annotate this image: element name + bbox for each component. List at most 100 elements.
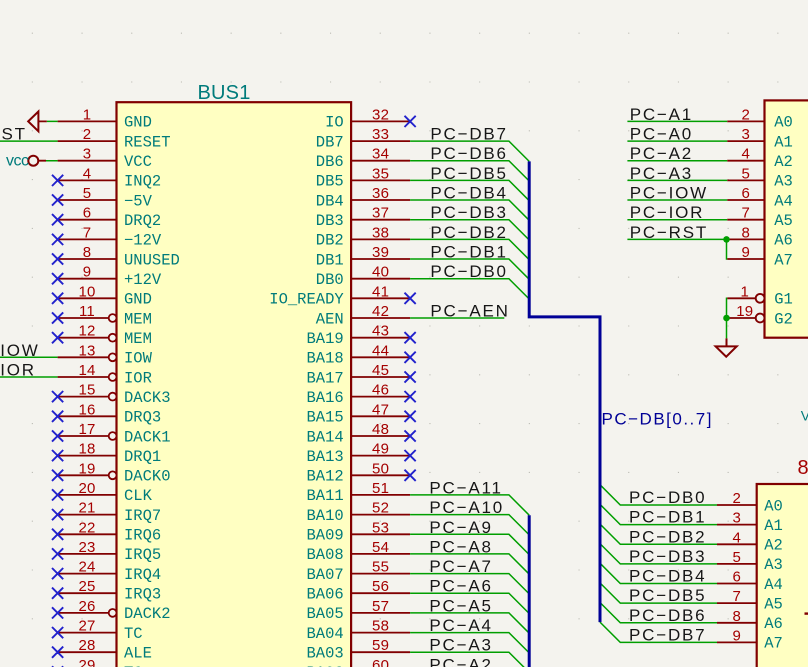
svg-text:PC−RST: PC−RST <box>630 223 708 242</box>
svg-text:DB0: DB0 <box>316 271 344 289</box>
svg-text:60: 60 <box>372 657 389 667</box>
svg-text:A5: A5 <box>764 595 783 613</box>
svg-text:45: 45 <box>372 362 389 379</box>
svg-text:1: 1 <box>741 283 750 300</box>
svg-text:14: 14 <box>78 362 95 379</box>
svg-text:18: 18 <box>78 441 95 458</box>
svg-text:UNUSED: UNUSED <box>124 251 180 269</box>
svg-text:8: 8 <box>798 457 808 479</box>
svg-text:IOR: IOR <box>0 361 36 380</box>
svg-text:RESET: RESET <box>124 133 171 151</box>
svg-text:21: 21 <box>78 500 95 517</box>
svg-text:BA06: BA06 <box>306 586 343 604</box>
svg-text:PC−DB5: PC−DB5 <box>430 164 507 183</box>
svg-text:50: 50 <box>372 460 389 477</box>
svg-text:A0: A0 <box>774 114 793 132</box>
svg-text:ALE: ALE <box>124 645 152 663</box>
svg-text:BA11: BA11 <box>306 487 343 505</box>
svg-text:56: 56 <box>372 578 389 595</box>
svg-text:vcc: vcc <box>6 153 29 170</box>
svg-text:58: 58 <box>372 618 389 635</box>
svg-text:PC−IOR: PC−IOR <box>630 203 705 222</box>
svg-text:PC−DB7: PC−DB7 <box>430 125 507 144</box>
svg-text:V: V <box>801 408 808 424</box>
svg-text:A2: A2 <box>764 537 783 555</box>
svg-text:PC−A2: PC−A2 <box>630 144 693 163</box>
svg-text:ST: ST <box>2 125 27 144</box>
svg-text:51: 51 <box>372 480 389 497</box>
svg-text:DB6: DB6 <box>316 153 344 171</box>
svg-text:A4: A4 <box>764 576 783 594</box>
svg-text:15: 15 <box>78 382 95 399</box>
svg-text:43: 43 <box>372 323 389 340</box>
svg-text:PC−A3: PC−A3 <box>429 636 492 655</box>
svg-text:6: 6 <box>83 205 92 222</box>
svg-text:PC−AEN: PC−AEN <box>430 302 509 321</box>
svg-text:DACK2: DACK2 <box>124 605 171 623</box>
svg-text:DB1: DB1 <box>316 251 344 269</box>
svg-text:PC−DB1: PC−DB1 <box>629 508 706 527</box>
svg-text:3: 3 <box>733 510 742 527</box>
svg-text:BA12: BA12 <box>306 468 343 486</box>
svg-text:DACK3: DACK3 <box>124 389 171 407</box>
svg-text:IO: IO <box>325 114 344 132</box>
svg-text:CLK: CLK <box>124 487 153 505</box>
svg-text:PC−DB3: PC−DB3 <box>430 203 507 222</box>
svg-text:PC−DB7: PC−DB7 <box>629 625 706 644</box>
svg-text:PC−DB2: PC−DB2 <box>430 223 507 242</box>
svg-text:BUS1: BUS1 <box>198 82 251 104</box>
svg-text:PC−DB0: PC−DB0 <box>629 488 706 507</box>
svg-text:28: 28 <box>78 637 95 654</box>
svg-text:PC−DB1: PC−DB1 <box>430 243 507 262</box>
svg-text:DB5: DB5 <box>316 173 344 191</box>
svg-text:41: 41 <box>372 283 389 300</box>
svg-text:54: 54 <box>372 539 389 556</box>
svg-text:BA05: BA05 <box>306 605 343 623</box>
svg-text:33: 33 <box>372 126 389 143</box>
svg-text:AEN: AEN <box>316 310 344 328</box>
svg-text:PC−A9: PC−A9 <box>429 518 492 537</box>
svg-text:BA15: BA15 <box>306 409 343 427</box>
svg-text:A6: A6 <box>764 615 783 633</box>
svg-text:BA18: BA18 <box>306 350 343 368</box>
svg-text:IRQ3: IRQ3 <box>124 586 161 604</box>
svg-text:DB4: DB4 <box>316 192 344 210</box>
svg-text:PC−A5: PC−A5 <box>429 596 492 615</box>
svg-text:37: 37 <box>372 205 389 222</box>
svg-text:57: 57 <box>372 598 389 615</box>
svg-text:A7: A7 <box>774 251 793 269</box>
svg-text:G2: G2 <box>774 310 793 328</box>
svg-text:13: 13 <box>78 342 95 359</box>
svg-text:DRQ2: DRQ2 <box>124 212 161 230</box>
svg-text:IOW: IOW <box>0 341 39 360</box>
svg-text:PC−A1: PC−A1 <box>630 105 693 124</box>
svg-text:2: 2 <box>83 126 92 143</box>
svg-text:52: 52 <box>372 500 389 517</box>
svg-text:A6: A6 <box>774 232 793 250</box>
svg-text:5: 5 <box>733 549 742 566</box>
svg-text:1: 1 <box>83 106 92 123</box>
svg-text:16: 16 <box>78 401 95 418</box>
svg-text:32: 32 <box>372 106 389 123</box>
svg-text:PC−A7: PC−A7 <box>429 557 492 576</box>
svg-text:9: 9 <box>733 627 742 644</box>
svg-text:7: 7 <box>733 588 742 605</box>
svg-text:27: 27 <box>78 618 95 635</box>
svg-text:GND: GND <box>124 114 152 132</box>
svg-text:IOW: IOW <box>124 350 153 368</box>
svg-text:BA13: BA13 <box>306 448 343 466</box>
svg-text:G1: G1 <box>774 291 793 309</box>
svg-text:IRQ6: IRQ6 <box>124 527 161 545</box>
svg-text:PC−DB6: PC−DB6 <box>430 144 507 163</box>
svg-text:BA09: BA09 <box>306 527 343 545</box>
svg-text:BA17: BA17 <box>306 369 343 387</box>
svg-text:49: 49 <box>372 441 389 458</box>
svg-text:40: 40 <box>372 264 389 281</box>
svg-text:IO_READY: IO_READY <box>269 291 344 309</box>
svg-text:PC−A8: PC−A8 <box>429 537 492 556</box>
svg-text:9: 9 <box>742 244 751 261</box>
svg-text:A0: A0 <box>764 497 783 515</box>
svg-text:7: 7 <box>742 205 751 222</box>
svg-text:38: 38 <box>372 224 389 241</box>
svg-text:DRQ1: DRQ1 <box>124 448 161 466</box>
